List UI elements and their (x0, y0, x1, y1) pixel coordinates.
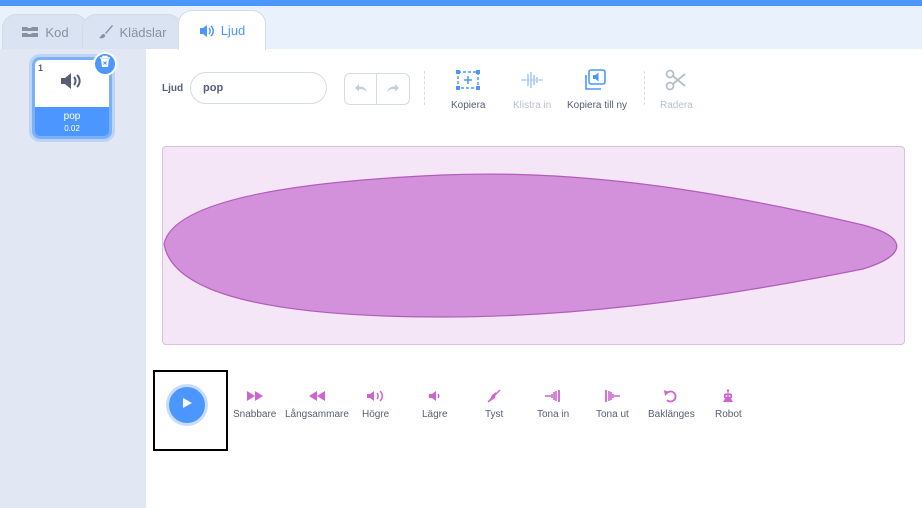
louder-icon (366, 389, 386, 403)
scissors-icon (665, 69, 687, 94)
tab-code-label: Kod (45, 24, 69, 40)
waveform (163, 173, 898, 318)
softer-icon (428, 389, 442, 403)
effect-fade-in-button[interactable]: Tona in (537, 389, 569, 420)
tab-costumes[interactable]: Klädslar (82, 14, 182, 49)
speaker-icon (199, 24, 215, 38)
waveform-area[interactable] (162, 146, 905, 345)
paste-icon (519, 69, 545, 94)
tab-costumes-label: Klädslar (119, 24, 167, 40)
sound-name-input[interactable] (190, 72, 327, 104)
robot-icon (720, 389, 736, 403)
copy-to-new-button[interactable]: Kopiera till ny (567, 69, 627, 111)
effect-faster-button[interactable]: Snabbare (233, 389, 276, 420)
toolbar-divider (424, 71, 425, 105)
fade-out-icon (603, 389, 621, 403)
copy-button[interactable]: Kopiera (451, 69, 485, 111)
mute-icon (486, 389, 502, 403)
effect-louder-label: Högre (362, 409, 390, 420)
sound-number: 1 (38, 63, 44, 73)
redo-icon (386, 80, 400, 98)
fade-in-icon (544, 389, 562, 403)
paste-label: Klistra in (513, 100, 552, 111)
copy-label: Kopiera (451, 100, 486, 111)
fast-forward-icon (246, 389, 264, 403)
undo-icon (354, 80, 368, 98)
delete-label: Radera (660, 100, 693, 111)
toolbar-divider-2 (644, 71, 645, 105)
effect-reverse-label: Baklänges (648, 409, 695, 420)
speaker-icon (60, 72, 84, 95)
copy-to-new-icon (585, 69, 609, 94)
copy-icon (455, 69, 481, 94)
effect-robot-button[interactable]: Robot (715, 389, 742, 420)
effect-fade-in-label: Tona in (537, 409, 570, 420)
undo-button[interactable] (344, 73, 377, 105)
copy-to-new-label: Kopiera till ny (567, 100, 628, 111)
effect-mute-label: Tyst (485, 409, 504, 420)
effect-reverse-button[interactable]: Baklänges (648, 389, 695, 420)
effect-mute-button[interactable]: Tyst (485, 389, 503, 420)
effect-fade-out-button[interactable]: Tona ut (596, 389, 629, 420)
effect-slower-label: Långsammare (285, 409, 349, 420)
effect-slower-button[interactable]: Långsammare (285, 389, 349, 420)
reverse-icon (663, 389, 679, 403)
paste-button[interactable]: Klistra in (513, 69, 551, 111)
play-highlight-box (153, 370, 228, 451)
sound-duration: 0.02 (64, 124, 80, 133)
sound-name-label: Ljud (162, 83, 184, 94)
undo-redo-group (344, 73, 410, 105)
sound-name: pop (63, 111, 81, 122)
effect-louder-button[interactable]: Högre (362, 389, 389, 420)
effect-robot-label: Robot (715, 409, 742, 420)
tab-sounds[interactable]: Ljud (178, 10, 266, 50)
rewind-icon (308, 389, 326, 403)
effect-softer-button[interactable]: Lägre (422, 389, 448, 420)
sound-editor: Ljud Kopiera Klistra in Kopiera till ny (146, 49, 922, 508)
sound-list-sidebar: 1 pop 0.02 (0, 49, 146, 508)
effect-faster-label: Snabbare (233, 409, 277, 420)
effect-softer-label: Lägre (422, 409, 448, 420)
redo-button[interactable] (377, 73, 410, 105)
editor-tabs: Kod Klädslar Ljud (0, 6, 922, 50)
code-blocks-icon (21, 25, 39, 39)
delete-button[interactable]: Radera (660, 69, 693, 111)
effect-fade-out-label: Tona ut (596, 409, 629, 420)
tab-code[interactable]: Kod (2, 14, 88, 49)
delete-sound-button[interactable] (93, 52, 117, 76)
tab-sounds-label: Ljud (220, 23, 246, 38)
trash-icon (99, 55, 111, 73)
paintbrush-icon (98, 24, 114, 40)
